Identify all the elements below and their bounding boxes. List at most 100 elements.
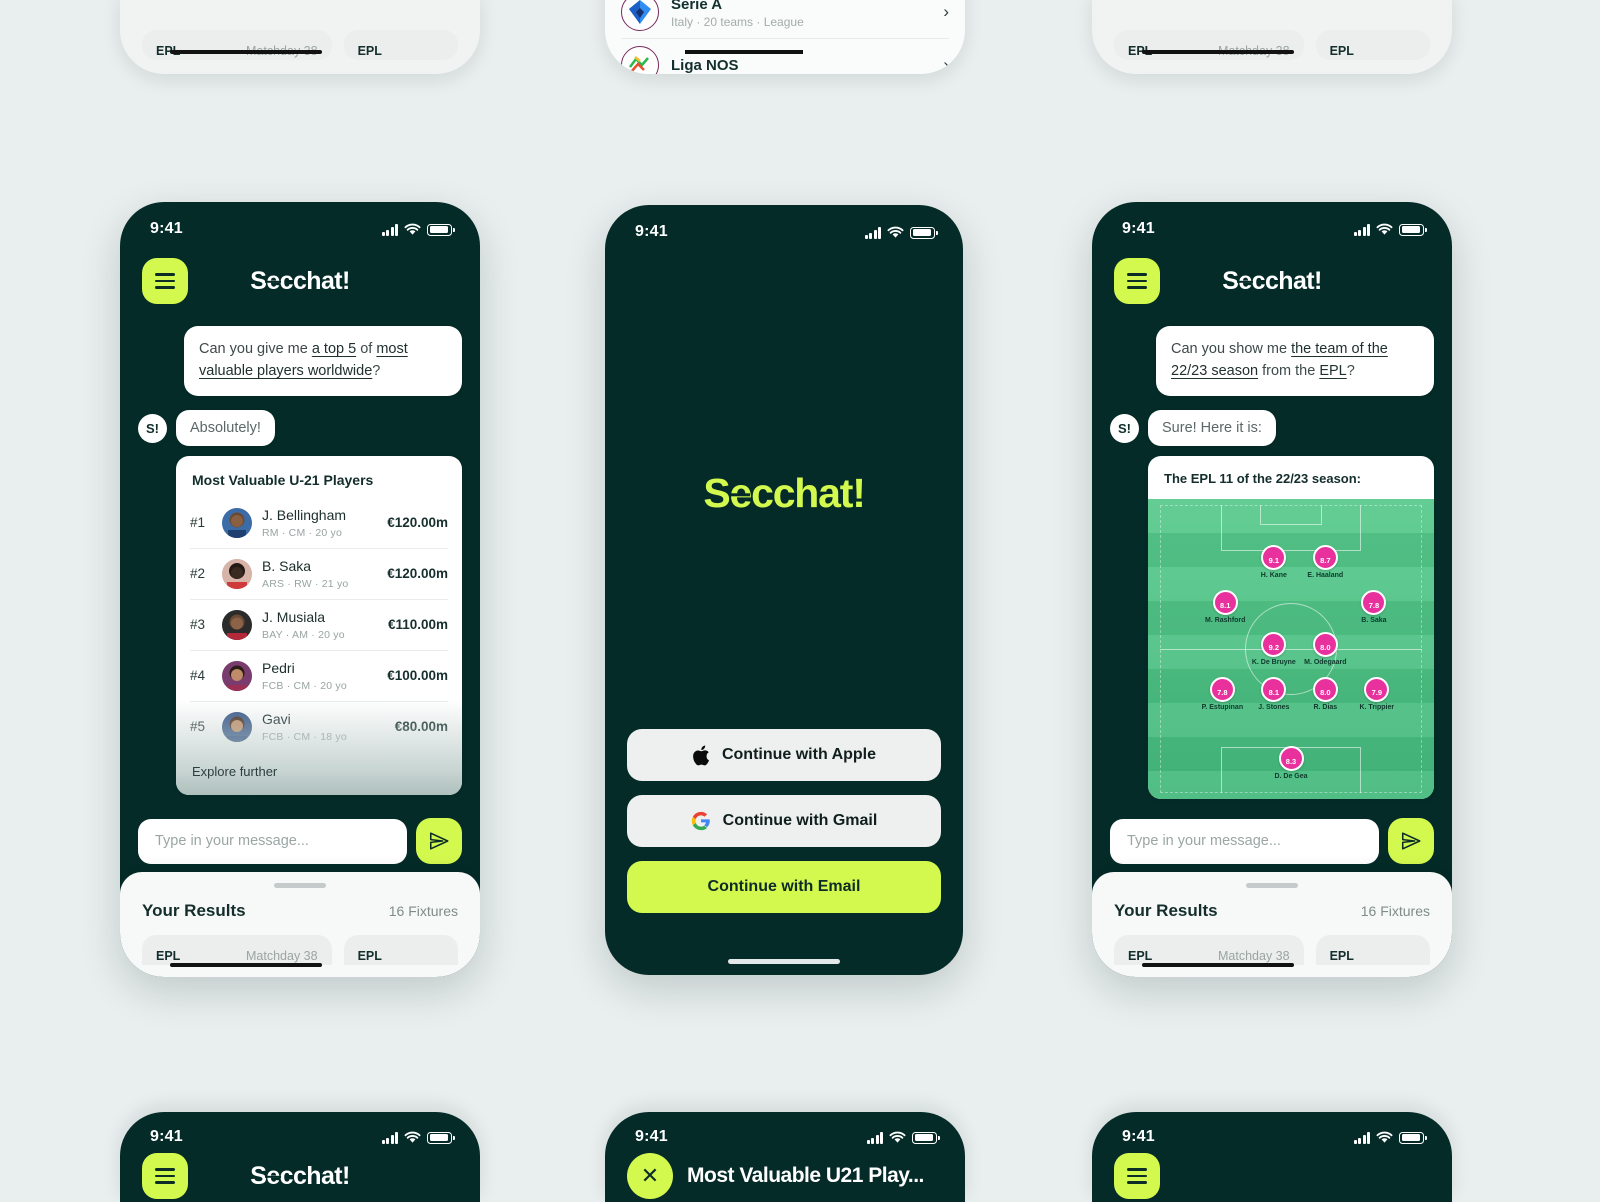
league-row[interactable]: Liga NOS › xyxy=(621,39,949,74)
fixture-league: EPL xyxy=(357,44,382,58)
player-value: €110.00m xyxy=(387,617,448,632)
brand-logo: Secchat! xyxy=(703,470,866,516)
search-input[interactable] xyxy=(138,818,407,864)
player-meta: FCB · CM · 20 yo xyxy=(262,679,347,692)
list-item[interactable]: #3 J. Musiala BAY · AM · 20 yo €110.00m xyxy=(190,598,448,650)
list-item[interactable]: #5 Gavi FCB · CM · 18 yo €80.00m xyxy=(190,700,448,752)
hamburger-menu-icon[interactable] xyxy=(1114,1153,1160,1199)
fixture-matchday: Matchday 38 xyxy=(246,949,318,963)
league-list: Serie A Italy · 20 teams · League › Liga… xyxy=(605,0,965,74)
status-time: 9:41 xyxy=(150,1128,183,1145)
list-item[interactable]: #4 Pedri FCB · CM · 20 yo €100.00m xyxy=(190,649,448,701)
app-header xyxy=(1092,1153,1452,1199)
chip-epl[interactable]: EPL xyxy=(1319,363,1346,379)
status-icons xyxy=(381,1131,455,1144)
chevron-right-icon[interactable]: › xyxy=(943,2,949,22)
avatar: S! xyxy=(138,413,167,443)
auth-button-group: Continue with Apple Continue with Gmail … xyxy=(627,729,941,913)
hamburger-menu-icon[interactable] xyxy=(1114,258,1160,304)
status-icons xyxy=(381,223,455,236)
player-rating-marker: 8.0 xyxy=(1312,631,1338,657)
lineup-player[interactable]: 7.9 K. Trippier xyxy=(1342,676,1412,711)
send-paper-plane-icon[interactable] xyxy=(416,818,462,864)
peek-phone-top-right: EPL Matchday 38 EPL xyxy=(1092,0,1452,74)
player-name: K. Trippier xyxy=(1359,703,1395,711)
player-name: B. Saka xyxy=(1361,616,1387,624)
league-info: Serie A Italy · 20 teams · League xyxy=(671,0,804,29)
hamburger-menu-icon[interactable] xyxy=(142,258,188,304)
fixture-card[interactable]: EPL xyxy=(1315,30,1430,60)
chevron-right-icon[interactable]: › xyxy=(943,55,949,74)
app-header: Secchat! xyxy=(120,248,480,310)
fixture-card[interactable]: EPL xyxy=(343,30,458,60)
phone-screen-chat-lineup: 9:41 Secchat! Can you show me the team o… xyxy=(1092,202,1452,977)
fixture-row: EPL Matchday 38 EPL xyxy=(1092,921,1452,967)
sheet-header: Your Results 16 Fixtures xyxy=(1092,888,1452,921)
lineup-player[interactable]: 7.8 B. Saka xyxy=(1339,589,1409,624)
cellular-signal-icon xyxy=(381,223,398,236)
player-meta: RM · CM · 20 yo xyxy=(262,526,343,539)
player-rank: #1 xyxy=(190,515,206,530)
fixture-card[interactable]: EPL Matchday 38 xyxy=(142,935,332,967)
hamburger-menu-icon[interactable] xyxy=(142,1153,188,1199)
user-message-bubble: Can you show me the team of the 22/23 se… xyxy=(1156,326,1434,396)
lineup-player[interactable]: 8.1 M. Rashford xyxy=(1190,589,1260,624)
player-info: J. Bellingham RM · CM · 20 yo xyxy=(262,507,377,539)
player-name: J. Bellingham xyxy=(262,506,347,523)
status-time: 9:41 xyxy=(635,1128,668,1145)
fixture-row: EPL Matchday 38 EPL xyxy=(120,921,480,967)
app-header: Secchat! xyxy=(1092,248,1452,310)
explore-further-link[interactable]: Explore further xyxy=(176,752,462,795)
fixture-card[interactable]: EPL Matchday 38 xyxy=(142,30,332,60)
player-rating-marker: 7.8 xyxy=(1361,589,1387,615)
fixture-card[interactable]: EPL xyxy=(343,935,458,965)
chip-top5[interactable]: a top 5 xyxy=(312,341,356,357)
close-x-icon[interactable]: ✕ xyxy=(627,1153,673,1199)
league-row[interactable]: Serie A Italy · 20 teams · League › xyxy=(621,0,949,39)
fixture-card[interactable]: EPL Matchday 38 xyxy=(1114,935,1304,967)
result-card-top-players: Most Valuable U-21 Players #1 J. Belling… xyxy=(176,455,462,795)
lineup-player-goalkeeper[interactable]: 8.3 D. De Gea xyxy=(1256,745,1326,780)
search-input[interactable] xyxy=(1110,818,1379,864)
football-pitch: 9.1 H. Kane 8.7 E. Haaland 8.1 M. Rashfo… xyxy=(1148,498,1434,799)
player-value: €120.00m xyxy=(387,566,448,581)
continue-with-gmail-button[interactable]: Continue with Gmail xyxy=(627,795,941,847)
list-item[interactable]: #2 B. Saka ARS · RW · 21 yo €120.00m xyxy=(190,547,448,599)
auth-label: Continue with Gmail xyxy=(722,812,878,829)
continue-with-apple-button[interactable]: Continue with Apple xyxy=(627,729,941,781)
results-bottom-sheet: Your Results 16 Fixtures EPL Matchday 38… xyxy=(1092,872,1452,977)
cellular-signal-icon xyxy=(864,226,881,239)
page-title: Most Valuable U21 Play... xyxy=(687,1164,924,1187)
fixture-card[interactable]: EPL Matchday 38 xyxy=(1114,30,1304,60)
chat-thread: Can you give me a top 5 of most valuable… xyxy=(120,310,480,795)
lineup-player[interactable]: 8.0 M. Odegaard xyxy=(1290,631,1360,666)
peek-phone-bottom-center: 9:41 ✕ Most Valuable U21 Play... xyxy=(605,1112,965,1202)
fixture-underline xyxy=(1142,50,1294,54)
battery-icon xyxy=(1399,223,1427,236)
continue-with-email-button[interactable]: Continue with Email xyxy=(627,861,941,913)
list-item[interactable]: #1 J. Bellingham RM · CM · 20 yo €120.00… xyxy=(190,498,448,548)
player-meta: BAY · AM · 20 yo xyxy=(262,628,345,641)
send-paper-plane-icon[interactable] xyxy=(1388,818,1434,864)
battery-icon xyxy=(912,1131,940,1144)
player-value: €80.00m xyxy=(394,719,448,734)
player-info: B. Saka ARS · RW · 21 yo xyxy=(262,558,377,590)
player-meta: ARS · RW · 21 yo xyxy=(262,577,349,590)
player-info: Pedri FCB · CM · 20 yo xyxy=(262,660,377,692)
fixture-card[interactable]: EPL xyxy=(1315,935,1430,965)
player-rank: #4 xyxy=(190,668,206,683)
peek-phone-top-center: Serie A Italy · 20 teams · League › Liga… xyxy=(605,0,965,74)
league-name: Serie A xyxy=(671,0,723,13)
home-indicator xyxy=(728,959,840,964)
user-message-bubble: Can you give me a top 5 of most valuable… xyxy=(184,326,462,396)
serie-a-badge-icon xyxy=(621,0,659,31)
status-badge: 16 Fixtures xyxy=(1360,903,1430,919)
player-name: M. Rashford xyxy=(1204,616,1246,624)
status-bar: 9:41 xyxy=(605,205,963,251)
lineup-player[interactable]: 8.7 E. Haaland xyxy=(1290,544,1360,579)
player-rating-marker: 8.1 xyxy=(1261,676,1287,702)
status-time: 9:41 xyxy=(1122,220,1155,237)
message-composer xyxy=(120,818,480,864)
player-info: Gavi FCB · CM · 18 yo xyxy=(262,711,385,743)
avatar xyxy=(222,507,252,538)
